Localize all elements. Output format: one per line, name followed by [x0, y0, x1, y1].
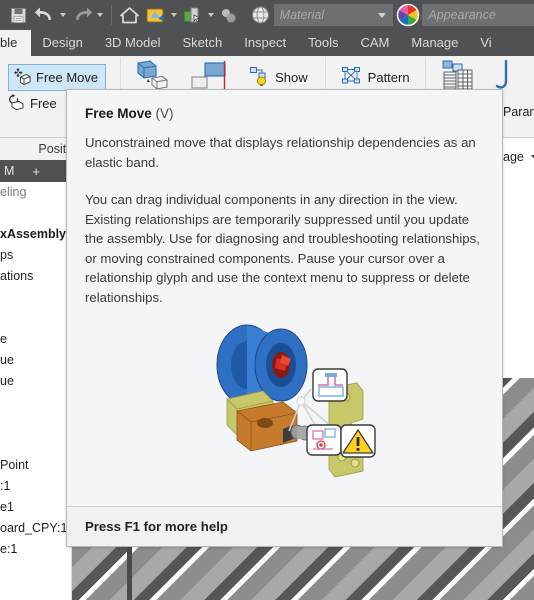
tree-node-0[interactable]: eling	[0, 182, 72, 203]
joint-button[interactable]	[488, 59, 516, 90]
material-field-text: Material	[279, 8, 325, 22]
tooltip-footer: Press F1 for more help	[67, 506, 502, 546]
glyph-insert-relationship	[305, 424, 342, 456]
tooltip-paragraph-1: Unconstrained move that displays relatio…	[85, 135, 476, 170]
tab-assemble[interactable]: ble	[0, 30, 32, 56]
appearance-field-text: Appearance	[428, 8, 496, 22]
tree-node-10[interactable]	[0, 392, 72, 413]
component-color-dropdown-icon[interactable]	[205, 2, 216, 28]
toolbar-separator-1	[110, 5, 112, 25]
tab-view[interactable]: Vi	[469, 30, 502, 56]
create-component-button[interactable]	[129, 59, 183, 90]
glyph-mate-relationship	[311, 368, 348, 402]
free-rotate-icon	[8, 94, 26, 113]
tree-node-1[interactable]	[0, 203, 72, 224]
browser-tab-add-icon[interactable]: +	[14, 164, 40, 179]
free-move-icon	[13, 67, 31, 88]
tab-design[interactable]: Design	[31, 30, 93, 56]
tree-node-9[interactable]: ue	[0, 371, 72, 392]
tree-node-6[interactable]	[0, 308, 72, 329]
free-rotate-label: Free	[30, 96, 57, 111]
save-icon[interactable]	[6, 1, 32, 29]
tree-node-2[interactable]: xAssembly.	[0, 224, 72, 245]
quick-access-toolbar: Material Appearance	[0, 0, 534, 30]
color-wheel-icon[interactable]	[395, 1, 421, 29]
appearance-field[interactable]: Appearance	[422, 4, 534, 26]
tooltip-title: Free Move (V)	[85, 106, 484, 121]
tab-tools[interactable]: Tools	[297, 30, 349, 56]
tree-node-3[interactable]: ps	[0, 245, 72, 266]
tree-node-4[interactable]: ations	[0, 266, 72, 287]
tree-node-17[interactable]: e:1	[0, 539, 72, 560]
browser-tree: eling xAssembly. ps ations e ue ue Point…	[0, 182, 72, 560]
return-dropdown-icon[interactable]	[168, 2, 179, 28]
home-icon[interactable]	[116, 1, 142, 29]
browser-panel: Positi M + eling xAssembly. ps ations e …	[0, 138, 72, 600]
tooltip-body: Free Move (V) Unconstrained move that di…	[67, 90, 502, 506]
tree-node-5[interactable]	[0, 287, 72, 308]
application-window: Material Appearance ble Design 3D Model …	[0, 0, 534, 600]
globe-icon[interactable]	[248, 1, 274, 29]
return-icon[interactable]	[142, 1, 168, 29]
illustration-leader-hub	[296, 396, 305, 406]
tree-node-13[interactable]: Point	[0, 455, 72, 476]
show-relationships-icon	[248, 65, 270, 90]
pattern-label: Pattern	[367, 69, 410, 85]
pattern-icon	[341, 66, 363, 89]
undo-dropdown-icon[interactable]	[58, 2, 69, 28]
tooltip-command-name: Free Move	[85, 106, 152, 121]
free-move-illustration	[85, 313, 484, 488]
tab-3d-model[interactable]: 3D Model	[94, 30, 172, 56]
show-relationships-button[interactable]: Show	[243, 64, 313, 90]
material-field[interactable]: Material	[273, 4, 393, 26]
browser-tab-bar: M +	[0, 160, 72, 182]
tab-inspect[interactable]: Inspect	[233, 30, 297, 56]
tooltip-shortcut-key: (V)	[155, 106, 174, 121]
tree-node-12[interactable]	[0, 434, 72, 455]
ribbon-tab-strip: ble Design 3D Model Sketch Inspect Tools…	[0, 30, 534, 56]
copy-component-button[interactable]	[436, 60, 484, 90]
free-move-button[interactable]: Free Move	[8, 63, 107, 91]
redo-dropdown-icon[interactable]	[95, 2, 106, 28]
parameters-label[interactable]: Param	[503, 105, 534, 119]
tooltip-free-move: Free Move (V) Unconstrained move that di…	[66, 89, 503, 547]
tree-node-15[interactable]: e1	[0, 497, 72, 518]
manage-label[interactable]: age	[503, 150, 534, 164]
ribbon-row-secondary: Free	[8, 94, 57, 113]
redo-icon[interactable]	[69, 1, 95, 29]
tree-node-8[interactable]: ue	[0, 350, 72, 371]
tree-node-11[interactable]	[0, 413, 72, 434]
show-label: Show	[275, 69, 308, 85]
grounded-icon[interactable]	[216, 1, 242, 29]
free-move-label: Free Move	[36, 69, 99, 85]
browser-tab-model[interactable]: M	[0, 164, 14, 178]
position-header: Positi	[0, 138, 72, 160]
component-color-icon[interactable]	[179, 1, 205, 29]
illustration-plate	[236, 401, 297, 452]
material-dropdown-icon[interactable]	[377, 13, 386, 18]
tab-cam[interactable]: CAM	[350, 30, 401, 56]
place-component-button[interactable]	[183, 60, 241, 90]
manage-label-text: age	[503, 150, 524, 164]
glyph-warning	[339, 424, 376, 458]
tree-node-14[interactable]: :1	[0, 476, 72, 497]
tab-manage[interactable]: Manage	[400, 30, 469, 56]
undo-icon[interactable]	[32, 1, 58, 29]
pattern-button[interactable]: Pattern	[336, 64, 415, 90]
tree-node-16[interactable]: oard_CPY:1	[0, 518, 72, 539]
tooltip-paragraph-2: You can drag individual components in an…	[85, 192, 480, 305]
tab-sketch[interactable]: Sketch	[171, 30, 233, 56]
tree-node-7[interactable]: e	[0, 329, 72, 350]
